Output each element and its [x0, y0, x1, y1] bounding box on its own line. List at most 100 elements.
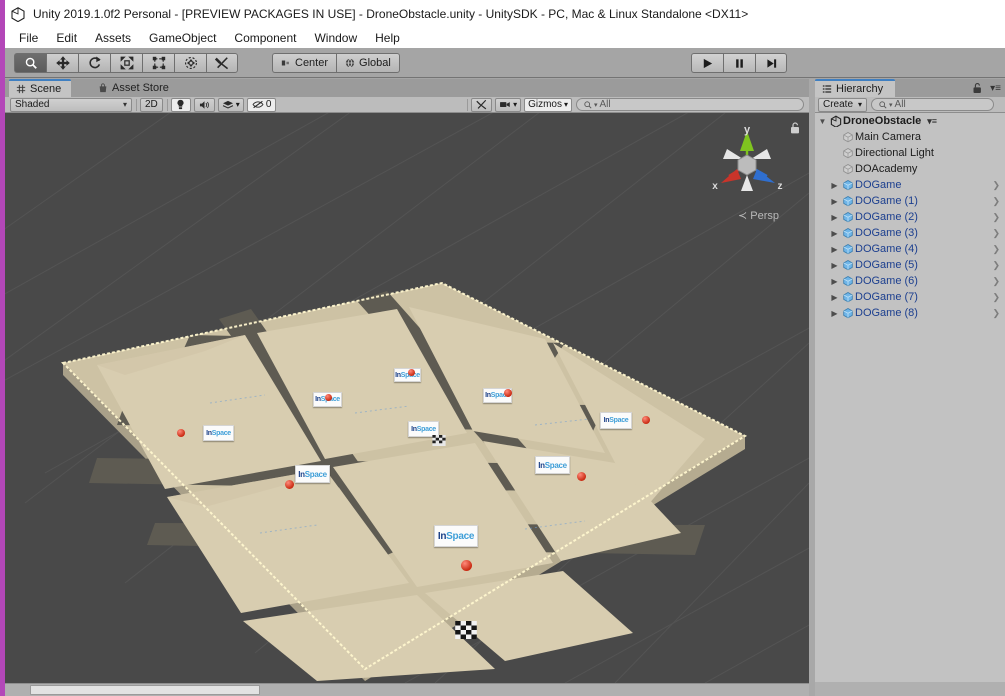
- hierarchy-item-row[interactable]: ▶ DOGame ❯: [815, 177, 1005, 193]
- twirl-right-icon[interactable]: ▶: [829, 245, 840, 254]
- tools-icon: [215, 56, 229, 69]
- gizmo-axis-y-label: y: [744, 124, 751, 136]
- chevron-down-icon: ▾: [513, 100, 518, 109]
- checkered-goal-icon: [455, 621, 477, 639]
- menu-file[interactable]: File: [10, 31, 47, 45]
- hierarchy-item-row[interactable]: ▶ DOGame (7) ❯: [815, 289, 1005, 305]
- left-accent-strip: [0, 0, 5, 696]
- hierarchy-search-input[interactable]: ▾ All: [871, 98, 995, 111]
- twirl-right-icon[interactable]: ▶: [829, 213, 840, 222]
- twirl-right-icon[interactable]: ▶: [829, 309, 840, 318]
- hierarchy-item-label: DOGame (4): [855, 243, 918, 255]
- search-icon: [584, 100, 592, 109]
- menu-gameobject[interactable]: GameObject: [140, 31, 225, 45]
- twirl-right-icon[interactable]: ▶: [829, 181, 840, 190]
- select-prefab-arrow-icon[interactable]: ❯: [992, 180, 1000, 191]
- pivot-center-icon: [281, 60, 289, 65]
- hierarchy-item-row[interactable]: ▶ DOGame (5) ❯: [815, 257, 1005, 273]
- transform-tool-button[interactable]: [174, 52, 206, 73]
- twirl-right-icon[interactable]: ▶: [829, 197, 840, 206]
- scene-camera-button[interactable]: ▾: [495, 97, 522, 112]
- hierarchy-item-row[interactable]: ▶ DOGame (4) ❯: [815, 241, 1005, 257]
- scene-panel-tabrow: Scene Asset Store: [5, 79, 809, 97]
- twirl-right-icon[interactable]: ▶: [829, 229, 840, 238]
- menu-window[interactable]: Window: [305, 31, 366, 45]
- scene-audio-button[interactable]: [193, 97, 215, 112]
- hierarchy-item-row[interactable]: ▶ DOGame (1) ❯: [815, 193, 1005, 209]
- eye-off-icon: [252, 100, 264, 109]
- scene-context-menu-icon[interactable]: ▾≡: [927, 116, 937, 127]
- scene-axis-gizmo[interactable]: y x z: [707, 119, 787, 209]
- menu-edit[interactable]: Edit: [47, 31, 86, 45]
- title-bar: Unity 2019.1.0f2 Personal - [PREVIEW PAC…: [0, 0, 1005, 28]
- window-title: Unity 2019.1.0f2 Personal - [PREVIEW PAC…: [33, 7, 749, 21]
- hierarchy-item-row[interactable]: ▶ DOGame (3) ❯: [815, 225, 1005, 241]
- twirl-right-icon[interactable]: ▶: [829, 277, 840, 286]
- draw-mode-dropdown[interactable]: Shaded ▾: [10, 97, 132, 112]
- hierarchy-item-row[interactable]: ▶ DOGame (8) ❯: [815, 305, 1005, 321]
- rect-tool-button[interactable]: [142, 52, 174, 73]
- scale-tool-button[interactable]: [110, 52, 142, 73]
- custom-tool-button[interactable]: [206, 52, 238, 73]
- scene-horizontal-scrollbar[interactable]: [5, 683, 809, 696]
- select-prefab-arrow-icon[interactable]: ❯: [992, 196, 1000, 207]
- hierarchy-list-icon: [822, 85, 832, 93]
- pivot-rotation-button[interactable]: Global: [336, 52, 400, 73]
- prefab-icon: [840, 307, 855, 319]
- scene-tools-button[interactable]: [471, 97, 493, 112]
- twirl-right-icon[interactable]: ▶: [829, 261, 840, 270]
- select-prefab-arrow-icon[interactable]: ❯: [992, 276, 1000, 287]
- menu-component[interactable]: Component: [225, 31, 305, 45]
- tab-hierarchy[interactable]: Hierarchy: [815, 79, 896, 97]
- twirl-right-icon[interactable]: ▶: [829, 293, 840, 302]
- menu-help[interactable]: Help: [366, 31, 409, 45]
- hand-tool-button[interactable]: [14, 52, 46, 73]
- gizmos-dropdown[interactable]: Gizmos ▾: [524, 97, 572, 112]
- projection-prefix-icon: ≺: [737, 210, 748, 222]
- step-button[interactable]: [755, 53, 787, 73]
- select-prefab-arrow-icon[interactable]: ❯: [992, 308, 1000, 319]
- chevron-down-icon: ▾: [122, 100, 127, 109]
- hierarchy-panel: Hierarchy ▾≡ Create ▾ ▾ All ▼ DroneObsta…: [815, 79, 1005, 696]
- gizmo-axis-z-label: z: [778, 181, 783, 192]
- hierarchy-item-row[interactable]: DOAcademy: [815, 161, 1005, 177]
- scene-view[interactable]: InSpace InSpace InSpace InSpace InSpace …: [5, 113, 809, 683]
- scene-projection-label[interactable]: ≺ Persp: [738, 209, 779, 222]
- create-button[interactable]: Create ▾: [818, 97, 868, 112]
- menu-assets[interactable]: Assets: [86, 31, 140, 45]
- hierarchy-lock-icon[interactable]: [972, 82, 983, 94]
- toggle-2d-button[interactable]: 2D: [140, 97, 163, 112]
- hierarchy-search-placeholder: All: [894, 99, 906, 110]
- scene-lock-icon[interactable]: [789, 121, 801, 135]
- select-prefab-arrow-icon[interactable]: ❯: [992, 260, 1000, 271]
- twirl-down-icon[interactable]: ▼: [817, 117, 828, 126]
- pause-button[interactable]: [723, 53, 755, 73]
- hierarchy-menu-icon[interactable]: ▾≡: [990, 83, 1001, 94]
- move-tool-button[interactable]: [46, 52, 78, 73]
- hierarchy-tree[interactable]: ▼ DroneObstacle ▾≡ Main Camera Directional L…: [815, 113, 1005, 696]
- hierarchy-item-row[interactable]: Directional Light: [815, 145, 1005, 161]
- scene-visibility-button[interactable]: 0: [246, 97, 277, 112]
- hierarchy-scene-row[interactable]: ▼ DroneObstacle ▾≡: [815, 113, 1005, 129]
- hierarchy-item-row[interactable]: ▶ DOGame (2) ❯: [815, 209, 1005, 225]
- tab-scene[interactable]: Scene: [9, 79, 72, 97]
- hierarchy-item-row[interactable]: Main Camera: [815, 129, 1005, 145]
- scene-fx-button[interactable]: ▾: [217, 97, 244, 112]
- drone-marker: [177, 429, 185, 437]
- tab-asset-store[interactable]: Asset Store: [91, 79, 179, 97]
- pivot-controls-group: Center Global: [272, 52, 400, 73]
- play-button[interactable]: [691, 53, 723, 73]
- select-prefab-arrow-icon[interactable]: ❯: [992, 292, 1000, 303]
- camera-icon: [500, 102, 510, 108]
- select-prefab-arrow-icon[interactable]: ❯: [992, 228, 1000, 239]
- hierarchy-item-row[interactable]: ▶ DOGame (6) ❯: [815, 273, 1005, 289]
- rotate-tool-button[interactable]: [78, 52, 110, 73]
- scrollbar-thumb[interactable]: [30, 685, 260, 695]
- scene-search-input[interactable]: ▾ All: [576, 98, 804, 111]
- prefab-icon: [840, 195, 855, 207]
- pivot-mode-button[interactable]: Center: [272, 52, 337, 73]
- scene-lighting-button[interactable]: [170, 97, 191, 112]
- select-prefab-arrow-icon[interactable]: ❯: [992, 212, 1000, 223]
- select-prefab-arrow-icon[interactable]: ❯: [992, 244, 1000, 255]
- gizmos-label: Gizmos: [528, 99, 562, 110]
